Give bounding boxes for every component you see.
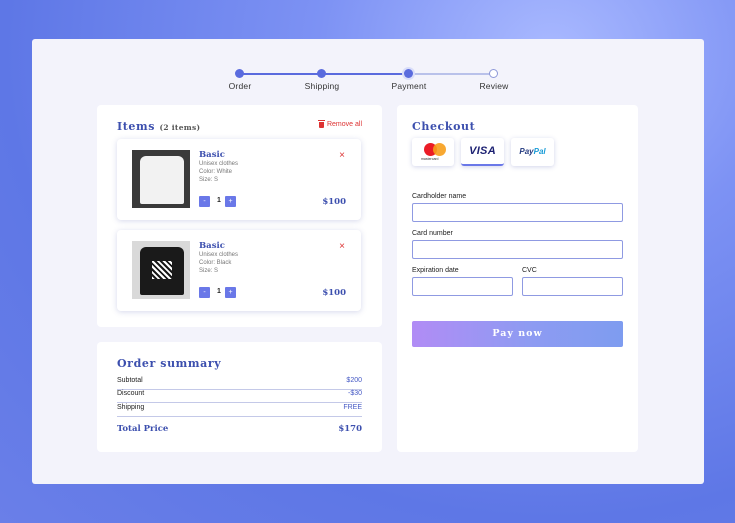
card-number-label: Card number <box>412 230 453 237</box>
step-connector <box>243 73 325 75</box>
items-count: (2 items) <box>159 123 201 132</box>
items-panel: Items (2 items) Remove all Basic Unisex … <box>97 105 382 327</box>
step-dot-review[interactable] <box>489 69 498 78</box>
item-price: $100 <box>322 197 346 207</box>
mastercard-option[interactable]: mastercard <box>412 138 454 166</box>
remove-all-button[interactable]: Remove all <box>317 119 362 128</box>
order-summary-panel: Order summary Subtotal $200 Discount -$3… <box>97 342 382 452</box>
paypal-option[interactable]: PayPal <box>511 138 554 166</box>
item-color: Color: Black <box>199 260 232 266</box>
product-image <box>132 150 190 208</box>
total-label: Total Price <box>117 424 169 434</box>
step-label-review: Review <box>479 81 509 91</box>
progress-stepper: Order Shipping Payment Review <box>32 39 704 99</box>
summary-label: Subtotal <box>117 377 143 384</box>
remove-item-button[interactable]: × <box>339 151 345 161</box>
step-dot-order[interactable] <box>235 69 244 78</box>
items-title: Items <box>117 120 156 133</box>
summary-row-discount: Discount -$30 <box>117 390 362 403</box>
summary-title: Order summary <box>117 357 222 370</box>
expiration-label: Expiration date <box>412 267 459 274</box>
summary-value: -$30 <box>347 390 362 397</box>
paypal-text-2: Pal <box>533 147 546 156</box>
expiration-date-input[interactable] <box>412 277 513 296</box>
paypal-icon: PayPal <box>511 147 554 156</box>
summary-label: Discount <box>117 390 145 397</box>
cardholder-label: Cardholder name <box>412 193 467 200</box>
summary-row-subtotal: Subtotal $200 <box>117 377 362 390</box>
items-heading: Items (2 items) <box>117 120 200 133</box>
qty-value: 1 <box>217 288 221 295</box>
checkout-panel: Checkout mastercard VISA PayPal Cardhold… <box>397 105 638 452</box>
increase-qty-button[interactable]: + <box>225 287 236 298</box>
item-category: Unisex clothes <box>199 252 239 258</box>
step-label-payment: Payment <box>391 81 427 91</box>
paypal-text-1: Pay <box>519 147 534 156</box>
checkout-card: Order Shipping Payment Review Items (2 i… <box>32 39 704 484</box>
item-size: Size: S <box>199 177 219 183</box>
decrease-qty-button[interactable]: - <box>199 196 210 207</box>
cvc-label: CVC <box>522 267 537 274</box>
visa-option[interactable]: VISA <box>461 138 504 166</box>
trash-icon <box>317 119 325 128</box>
summary-value: FREE <box>343 404 362 411</box>
summary-value: $200 <box>346 377 362 384</box>
increase-qty-button[interactable]: + <box>225 196 236 207</box>
item-size: Size: S <box>199 268 219 274</box>
step-dot-payment[interactable] <box>404 69 413 78</box>
total-value: $170 <box>338 424 362 434</box>
step-dot-shipping[interactable] <box>317 69 326 78</box>
remove-item-button[interactable]: × <box>339 242 345 252</box>
checkout-title: Checkout <box>412 120 476 133</box>
remove-all-label: Remove all <box>326 121 362 128</box>
cvc-input[interactable] <box>522 277 623 296</box>
item-name[interactable]: Basic <box>199 241 225 251</box>
item-name[interactable]: Basic <box>199 150 225 160</box>
qty-value: 1 <box>217 197 221 204</box>
visa-icon: VISA <box>469 145 496 157</box>
decrease-qty-button[interactable]: - <box>199 287 210 298</box>
item-category: Unisex clothes <box>199 161 239 167</box>
cardholder-name-input[interactable] <box>412 203 623 222</box>
mastercard-icon <box>424 143 446 156</box>
step-label-shipping: Shipping <box>304 81 340 91</box>
summary-label: Shipping <box>117 404 145 411</box>
card-number-input[interactable] <box>412 240 623 259</box>
cart-item: Basic Unisex clothes Color: Black Size: … <box>117 230 361 311</box>
mastercard-text: mastercard <box>421 157 439 161</box>
step-label-order: Order <box>228 81 252 91</box>
pay-now-button[interactable]: Pay now <box>412 321 623 347</box>
step-connector <box>409 73 493 75</box>
total-price-row: Total Price $170 <box>117 424 362 434</box>
product-image <box>132 241 190 299</box>
cart-item: Basic Unisex clothes Color: White Size: … <box>117 139 361 220</box>
step-connector <box>325 73 409 75</box>
item-color: Color: White <box>199 169 233 175</box>
summary-row-shipping: Shipping FREE <box>117 404 362 417</box>
item-price: $100 <box>322 288 346 298</box>
